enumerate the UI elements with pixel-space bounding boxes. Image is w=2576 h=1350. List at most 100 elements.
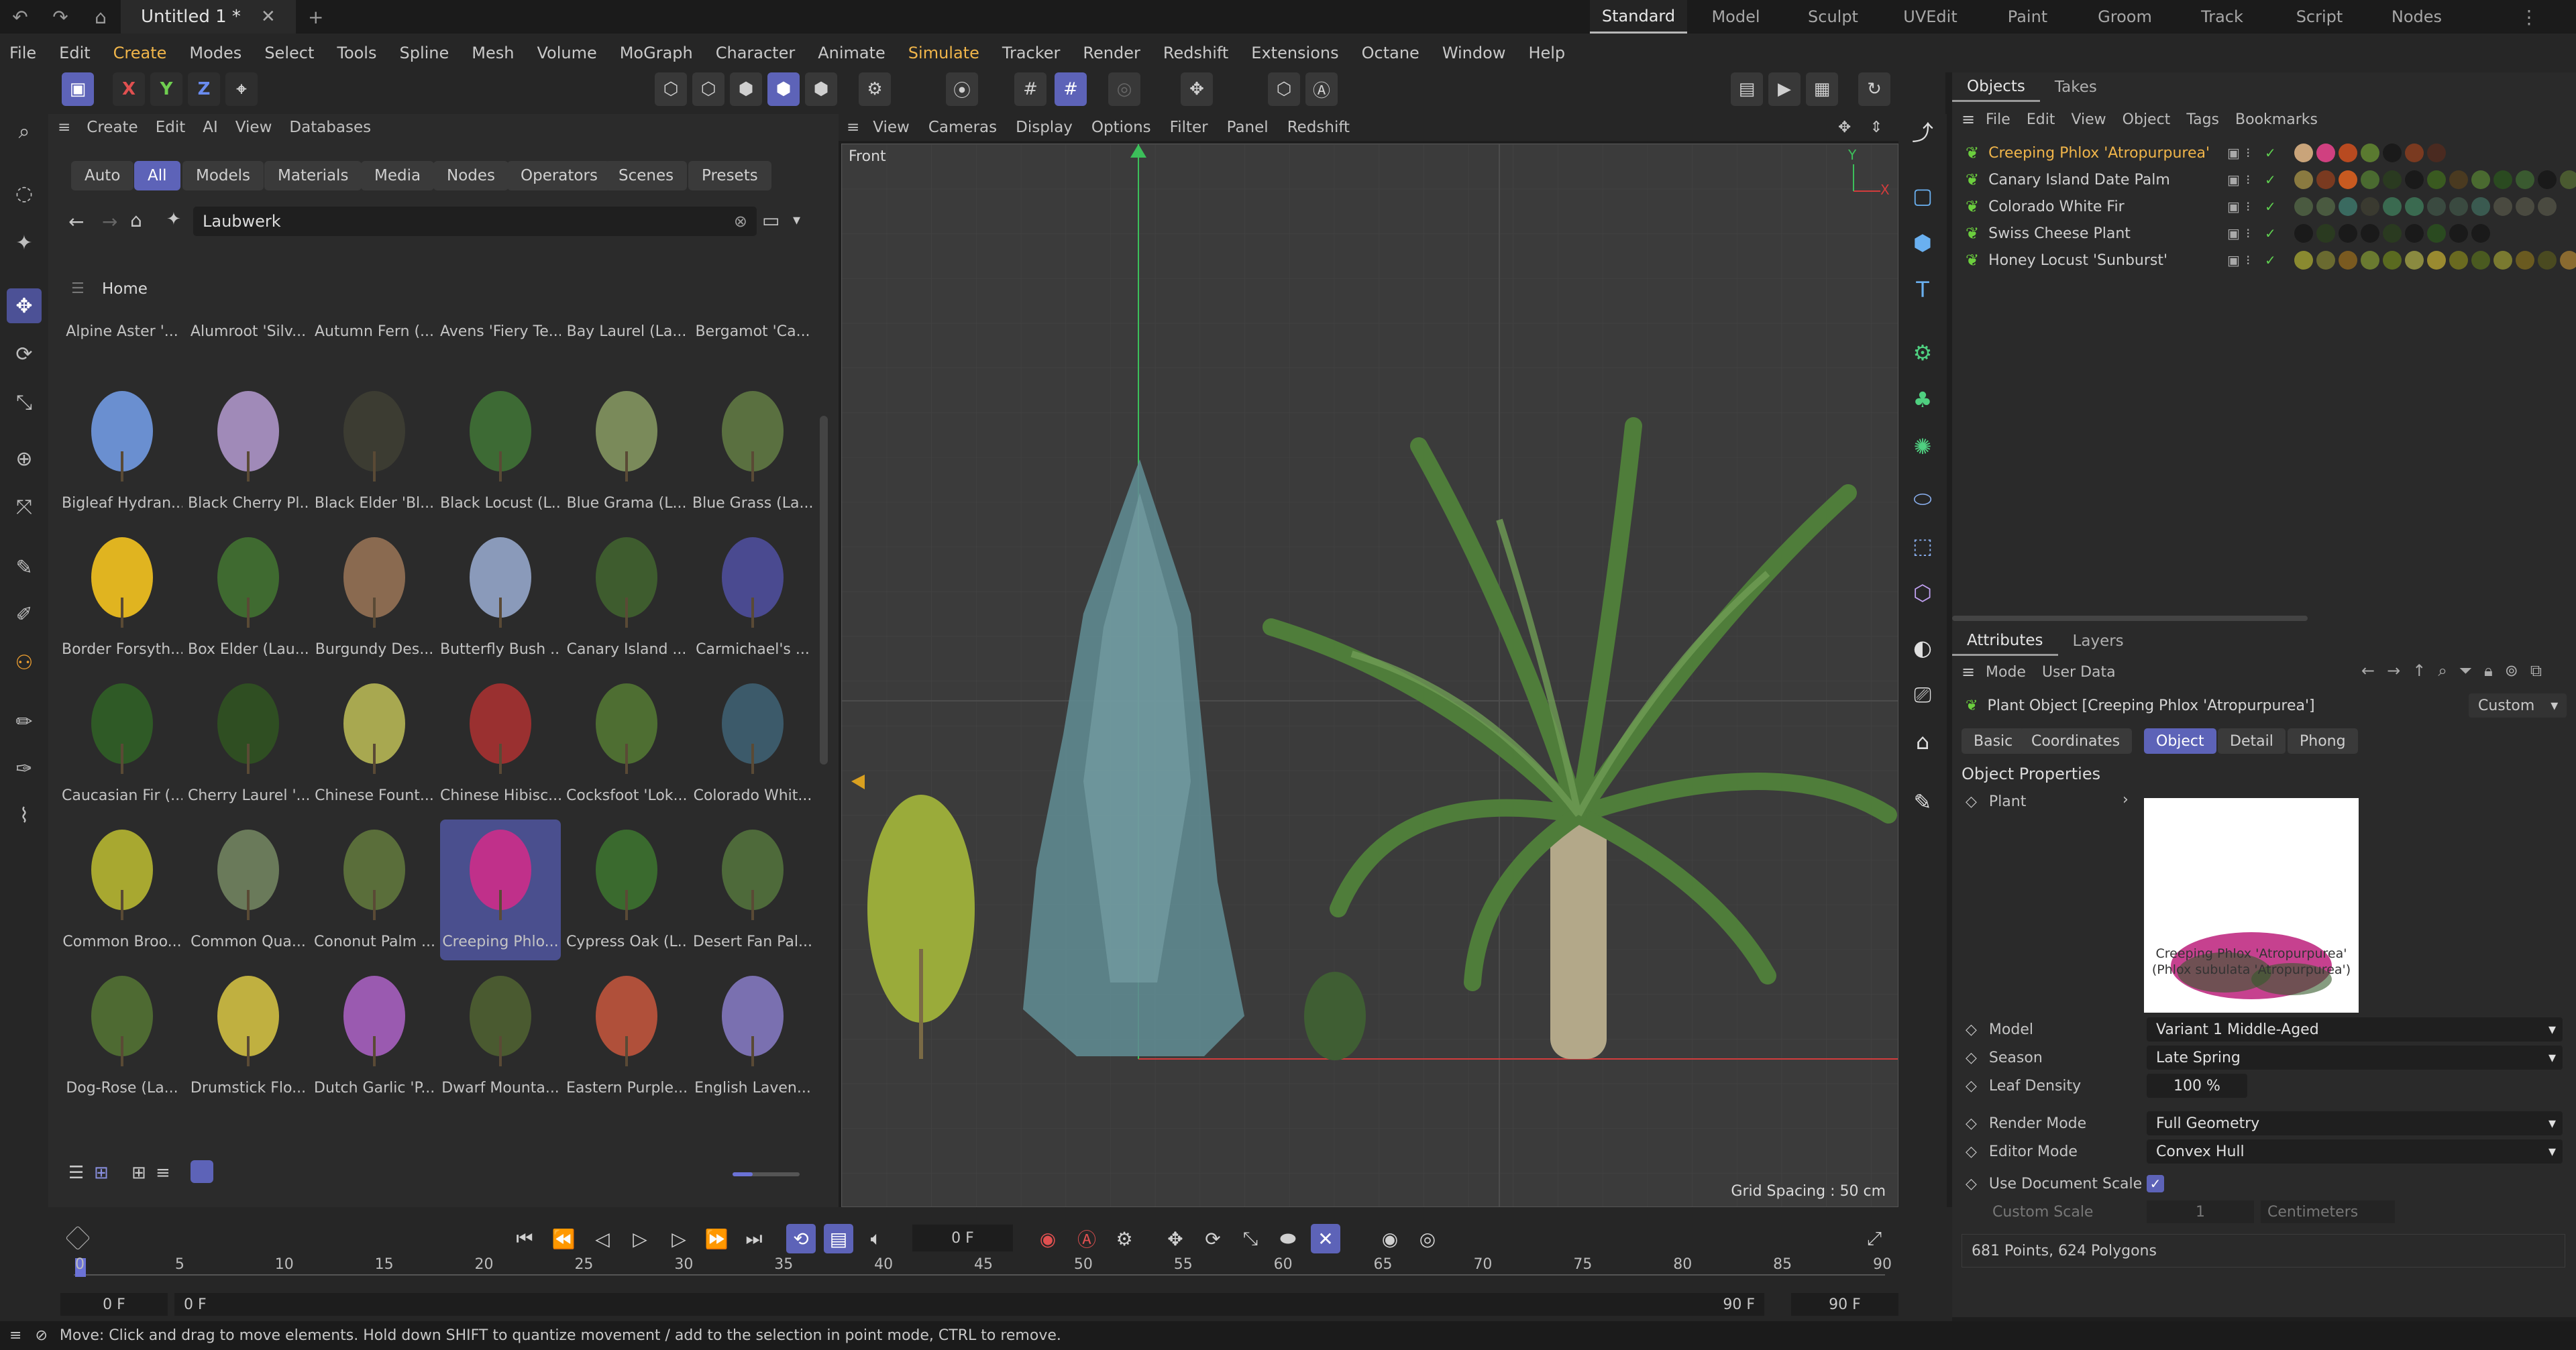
menu-render[interactable]: Render bbox=[1083, 44, 1140, 62]
material-tag-icon[interactable] bbox=[2538, 197, 2557, 216]
material-tag-icon[interactable] bbox=[2449, 197, 2468, 216]
menu-extensions[interactable]: Extensions bbox=[1251, 44, 1338, 62]
vp-menu-view[interactable]: View bbox=[873, 119, 910, 136]
material-tag-icon[interactable] bbox=[2471, 251, 2490, 270]
attr-hamburger-icon[interactable]: ≡ bbox=[1962, 663, 1975, 681]
layout-sculpt[interactable]: Sculpt bbox=[1784, 0, 1882, 34]
back-icon[interactable]: ← bbox=[68, 211, 84, 233]
asset-item[interactable]: Cherry Laurel '... bbox=[188, 673, 309, 814]
material-tag-icon[interactable] bbox=[2316, 251, 2335, 270]
hamburger-icon[interactable]: ≡ bbox=[58, 119, 70, 136]
uv-mode-icon[interactable]: ⬢ bbox=[805, 72, 837, 106]
home-icon[interactable]: ⌂ bbox=[80, 0, 121, 34]
asset-item-label[interactable]: Alpine Aster '... bbox=[62, 323, 182, 340]
tab-layers[interactable]: Layers bbox=[2058, 626, 2139, 656]
layout-script[interactable]: Script bbox=[2271, 0, 2368, 34]
knife-icon[interactable]: ✑ bbox=[7, 751, 42, 786]
subtab-basic[interactable]: Basic bbox=[1962, 728, 2025, 754]
attr-field-value[interactable]: Convex Hull ▾ bbox=[2147, 1139, 2563, 1164]
lock-icon[interactable]: 🔒︎ bbox=[2484, 661, 2493, 680]
material-tag-icon[interactable] bbox=[2294, 197, 2313, 216]
filter-toggle-icon[interactable] bbox=[191, 1160, 213, 1183]
visibility-icon[interactable]: ⁝ bbox=[2246, 172, 2261, 188]
menu-file[interactable]: File bbox=[9, 44, 36, 62]
material-tag-icon[interactable] bbox=[2316, 144, 2335, 162]
custom-dropdown[interactable]: Custom ▾ bbox=[2469, 693, 2567, 718]
cloner-icon[interactable]: ♣ bbox=[1905, 382, 1940, 417]
expand-timeline-icon[interactable]: ⤢ bbox=[1860, 1224, 1889, 1253]
search-icon[interactable]: ⌕ bbox=[2438, 661, 2447, 680]
object-row[interactable]: ❦ Swiss Cheese Plant ▣ ⁝ ✓ bbox=[1966, 220, 2556, 247]
material-tag-icon[interactable] bbox=[2493, 197, 2512, 216]
key-rotation-icon[interactable]: ⟳ bbox=[1198, 1224, 1228, 1253]
render-settings-icon[interactable]: Ⓐ bbox=[1305, 72, 1338, 106]
asset-item[interactable]: Canary Island ... bbox=[566, 527, 687, 668]
object-mode-icon[interactable]: ⬢ bbox=[767, 72, 800, 106]
effector-icon[interactable]: ✺ bbox=[1905, 429, 1940, 464]
material-tag-icon[interactable] bbox=[2405, 224, 2424, 243]
lock-icon[interactable]: ◎ bbox=[1108, 72, 1140, 106]
layer-icon[interactable]: ▣ bbox=[2227, 252, 2242, 268]
material-tag-icon[interactable] bbox=[2294, 170, 2313, 189]
keyframe-icon[interactable]: ◇ bbox=[1966, 1078, 1977, 1094]
material-tag-icon[interactable] bbox=[2316, 170, 2335, 189]
key-position-icon[interactable]: ✥ bbox=[1161, 1224, 1190, 1253]
visibility-icon[interactable]: ⁝ bbox=[2246, 225, 2261, 241]
play-icon[interactable]: ▷ bbox=[625, 1224, 655, 1253]
ab-menu-edit[interactable]: Edit bbox=[156, 119, 186, 136]
layout-groom[interactable]: Groom bbox=[2076, 0, 2174, 34]
new-window-icon[interactable]: ⧉ bbox=[2530, 661, 2542, 680]
asset-scrollbar[interactable] bbox=[820, 416, 828, 765]
keyframe-icon[interactable]: ◇ bbox=[1966, 1115, 1977, 1132]
keyframe-icon[interactable]: ◇ bbox=[1966, 1143, 1977, 1160]
asset-item[interactable]: Blue Grass (La... bbox=[692, 381, 813, 522]
attr-field-value[interactable]: Full Geometry ▾ bbox=[2147, 1111, 2563, 1135]
tab-attributes[interactable]: Attributes bbox=[1952, 626, 2058, 656]
asset-item[interactable]: Caucasian Fir (... bbox=[62, 673, 182, 814]
material-tag-icon[interactable] bbox=[2516, 170, 2534, 189]
material-tag-icon[interactable] bbox=[2538, 170, 2557, 189]
material-tag-icon[interactable] bbox=[2361, 251, 2379, 270]
start-frame-field[interactable]: 0 F bbox=[60, 1293, 168, 1316]
next-frame-icon[interactable]: ▷ bbox=[664, 1224, 694, 1253]
object-row[interactable]: ❦ Colorado White Fir ▣ ⁝ ✓ bbox=[1966, 193, 2576, 220]
timeline-ruler[interactable] bbox=[74, 1274, 1885, 1276]
keyframe-selection-icon[interactable]: ⚙ bbox=[1110, 1224, 1139, 1253]
material-tag-icon[interactable] bbox=[2383, 197, 2402, 216]
sculpt-icon[interactable]: ⌇ bbox=[7, 798, 42, 833]
attr-menu-mode[interactable]: Mode bbox=[1986, 664, 2026, 681]
material-tag-icon[interactable] bbox=[2361, 224, 2379, 243]
material-tag-icon[interactable] bbox=[2405, 170, 2424, 189]
filter-icon[interactable]: ⏷ bbox=[2459, 661, 2472, 680]
material-tag-icon[interactable] bbox=[2449, 170, 2468, 189]
preview-range-icon[interactable]: ▤ bbox=[824, 1224, 853, 1253]
material-tag-icon[interactable] bbox=[2405, 197, 2424, 216]
subtab-coordinates[interactable]: Coordinates bbox=[2019, 728, 2133, 754]
asset-item-label[interactable]: Bergamot 'Ca... bbox=[692, 323, 813, 340]
pan-icon[interactable]: ✥ bbox=[1838, 119, 1851, 136]
asset-item-label[interactable]: Alumroot 'Silv... bbox=[188, 323, 309, 340]
key-param-icon[interactable]: ⬬ bbox=[1273, 1224, 1303, 1253]
om-menu-tags[interactable]: Tags bbox=[2186, 111, 2219, 128]
render-active-icon[interactable]: ▶ bbox=[1768, 72, 1801, 106]
material-tag-icon[interactable] bbox=[2560, 170, 2576, 189]
status-menu-icon[interactable]: ≡ bbox=[9, 1327, 21, 1344]
visibility-icon[interactable]: ⁝ bbox=[2246, 252, 2261, 268]
breadcrumb[interactable]: Home bbox=[102, 280, 148, 298]
filter-operators[interactable]: Operators bbox=[507, 161, 611, 190]
enabled-check-icon[interactable]: ✓ bbox=[2265, 145, 2279, 161]
menu-mograph[interactable]: MoGraph bbox=[620, 44, 693, 62]
thumbnail-icon[interactable]: ⊞ bbox=[131, 1163, 146, 1183]
layout-model[interactable]: Model bbox=[1687, 0, 1784, 34]
goto-end-icon[interactable]: ⏭ bbox=[739, 1224, 769, 1253]
next-key-icon[interactable]: ⏩ bbox=[702, 1224, 731, 1253]
material-tag-icon[interactable] bbox=[2493, 251, 2512, 270]
material-tag-icon[interactable] bbox=[2427, 224, 2446, 243]
filter-media[interactable]: Media bbox=[361, 161, 435, 190]
use-doc-scale-checkbox[interactable]: ✓ bbox=[2147, 1175, 2164, 1192]
asset-item[interactable]: Carmichael's ... bbox=[692, 527, 813, 668]
grid-snap-icon[interactable]: # bbox=[1014, 72, 1046, 106]
thumbnail-size-slider[interactable] bbox=[733, 1172, 800, 1176]
material-tag-icon[interactable] bbox=[2560, 251, 2576, 270]
material-tag-icon[interactable] bbox=[2294, 251, 2313, 270]
